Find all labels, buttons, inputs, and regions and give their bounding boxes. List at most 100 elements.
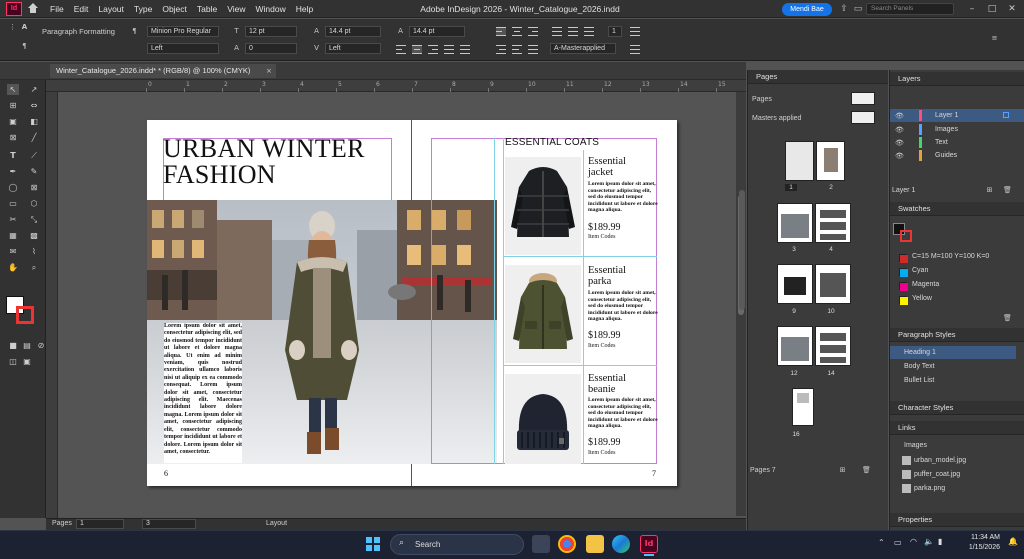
volume-icon[interactable]: 🔈	[924, 537, 934, 546]
body-text-frame[interactable]: Lorem ipsum dolor sit amet, consectetur …	[164, 323, 242, 463]
align-center-icon[interactable]	[412, 45, 422, 54]
swatch-item[interactable]: C=15 M=100 Y=100 K=0	[912, 250, 989, 263]
product-image-beanie[interactable]	[505, 374, 581, 464]
battery-icon[interactable]: ▮	[938, 537, 942, 546]
product-desc-jacket[interactable]: Lorem ipsum dolor sit amet, consectetur …	[588, 181, 658, 214]
gap-tool-icon[interactable]: ⇔	[28, 100, 40, 111]
outdent-icon[interactable]	[512, 45, 522, 54]
document-tab[interactable]: Winter_Catalogue_2026.indd* * (RGB/8) @ …	[50, 64, 276, 78]
type-tool-icon[interactable]: T	[7, 150, 19, 161]
page-thumb-12[interactable]	[777, 326, 813, 366]
vertical-ruler[interactable]	[46, 92, 58, 518]
zoom-tool-icon[interactable]: ⌕	[28, 262, 40, 273]
justify-icon[interactable]	[444, 45, 454, 54]
master-style-field[interactable]: A-Masterapplied	[550, 43, 616, 54]
visibility-eye-icon[interactable]: 👁	[895, 152, 904, 160]
indesign-taskbar-icon[interactable]: Id	[640, 535, 658, 553]
master-thumb[interactable]	[851, 92, 875, 105]
product-desc-parka[interactable]: Lorem ipsum dolor sit amet, consectetur …	[588, 290, 658, 323]
apply-color-icon[interactable]: ■	[7, 340, 19, 351]
edge-icon[interactable]	[612, 535, 630, 553]
frame-tool-icon[interactable]: ⊠	[7, 132, 19, 143]
page-number-thumb[interactable]: 2	[825, 184, 837, 191]
rectangle-tool-icon[interactable]: ▭	[7, 198, 19, 209]
align-center-para-icon[interactable]	[512, 27, 522, 36]
free-transform-icon[interactable]: ⤡	[28, 214, 40, 225]
status-spread-field[interactable]: 3	[142, 519, 196, 529]
preview-mode-icon[interactable]: ▣	[21, 356, 33, 367]
product-title-parka[interactable]: Essential parka	[588, 265, 626, 287]
menu-file[interactable]: File	[50, 4, 64, 14]
properties-panel-header[interactable]: Properties	[890, 513, 1024, 527]
product-codes-jacket[interactable]: Item Codes	[588, 234, 616, 240]
system-clock[interactable]: 11:34 AM 1/15/2026	[948, 533, 1000, 553]
align-right-para-icon[interactable]	[528, 27, 538, 36]
justify-all-icon[interactable]	[460, 45, 470, 54]
menu-layout[interactable]: Layout	[98, 4, 124, 14]
font-family-field[interactable]: Minion Pro Regular	[147, 26, 219, 37]
gradient-feather-icon[interactable]: ▩	[28, 230, 40, 241]
page-number-thumb[interactable]: 4	[825, 246, 837, 253]
page-thumb-9[interactable]	[777, 264, 813, 304]
minimize-icon[interactable]: –	[962, 1, 982, 17]
paragraph-mode-icon[interactable]: ¶	[20, 42, 29, 51]
close-window-icon[interactable]: ✕	[1002, 1, 1022, 17]
page-thumb-2[interactable]	[816, 141, 845, 181]
page-thumb-16[interactable]	[792, 388, 814, 426]
character-styles-panel-header[interactable]: Character Styles	[890, 401, 1024, 415]
page-thumb-1[interactable]	[785, 141, 814, 181]
baseline-shift-field[interactable]: 14.4 pt	[409, 26, 465, 37]
link-item[interactable]: puffer_coat.jpg	[914, 468, 960, 481]
product-codes-parka[interactable]: Item Codes	[588, 343, 616, 349]
space-after-icon[interactable]	[552, 27, 562, 36]
share-icon[interactable]: ⇪	[838, 3, 850, 15]
paragraph-style-item[interactable]: Heading 1	[890, 346, 1016, 359]
links-panel-header[interactable]: Links	[890, 421, 1024, 435]
panel-menu-icon[interactable]: ≡	[990, 34, 999, 43]
type-on-path-icon[interactable]: ⟋	[28, 150, 40, 161]
menu-view[interactable]: View	[227, 4, 245, 14]
file-explorer-icon[interactable]	[586, 535, 604, 553]
layer-item[interactable]: Images	[935, 123, 958, 136]
line-tool-icon[interactable]: ╱	[28, 132, 40, 143]
page-number-thumb[interactable]: 12	[788, 370, 800, 377]
page-thumb-14[interactable]	[815, 326, 851, 366]
columns-field[interactable]: 1	[608, 26, 622, 37]
section-title[interactable]: ESSENTIAL COATS	[505, 137, 599, 148]
swatch-item[interactable]: Yellow	[912, 292, 932, 305]
link-item[interactable]: urban_model.jpg	[914, 454, 966, 467]
indent-icon[interactable]	[496, 45, 506, 54]
product-image-jacket[interactable]	[505, 157, 581, 255]
delete-layer-icon[interactable]: 🗑	[1003, 186, 1012, 195]
menu-object[interactable]: Object	[162, 4, 187, 14]
paragraph-style-item[interactable]: Body Text	[904, 360, 935, 373]
kerning-field[interactable]: Left	[325, 43, 381, 54]
swatch-item[interactable]: Magenta	[912, 278, 939, 291]
font-style-field[interactable]: Left	[147, 43, 219, 54]
pages-panel-scrollbar[interactable]	[739, 190, 745, 310]
gradient-tool-icon[interactable]: ▦	[7, 230, 19, 241]
product-price-jacket[interactable]: $189.99	[588, 222, 621, 233]
apply-gradient-icon[interactable]: ▤	[21, 340, 33, 351]
page-thumb-3[interactable]	[777, 203, 813, 243]
maximize-icon[interactable]: □	[982, 1, 1002, 17]
font-size-field[interactable]: 12 pt	[245, 26, 297, 37]
ellipse-tool-icon[interactable]: ◯	[7, 182, 19, 193]
page-tool-icon[interactable]: ⊞	[7, 100, 19, 111]
hand-tool-icon[interactable]: ✋	[7, 262, 19, 273]
paragraph-style-item[interactable]: Bullet List	[904, 374, 934, 387]
visibility-eye-icon[interactable]: 👁	[895, 112, 904, 120]
page-number-thumb[interactable]: 3	[788, 246, 800, 253]
wifi-icon[interactable]: ◠	[910, 537, 917, 546]
product-price-beanie[interactable]: $189.99	[588, 437, 621, 448]
product-title-beanie[interactable]: Essential beanie	[588, 373, 626, 395]
character-mode-icon[interactable]: A	[20, 23, 29, 32]
links-group[interactable]: Images	[904, 439, 927, 452]
product-codes-beanie[interactable]: Item Codes	[588, 450, 616, 456]
search-panels-input[interactable]: Search Panels	[866, 3, 954, 15]
page-number-thumb[interactable]: 14	[825, 370, 837, 377]
page-number-thumb[interactable]: 16	[789, 431, 803, 438]
tray-app-icon[interactable]: ▭	[894, 538, 902, 547]
page-number-thumb[interactable]: 1	[785, 184, 797, 191]
polygon-tool-icon[interactable]: ⬡	[28, 198, 40, 209]
